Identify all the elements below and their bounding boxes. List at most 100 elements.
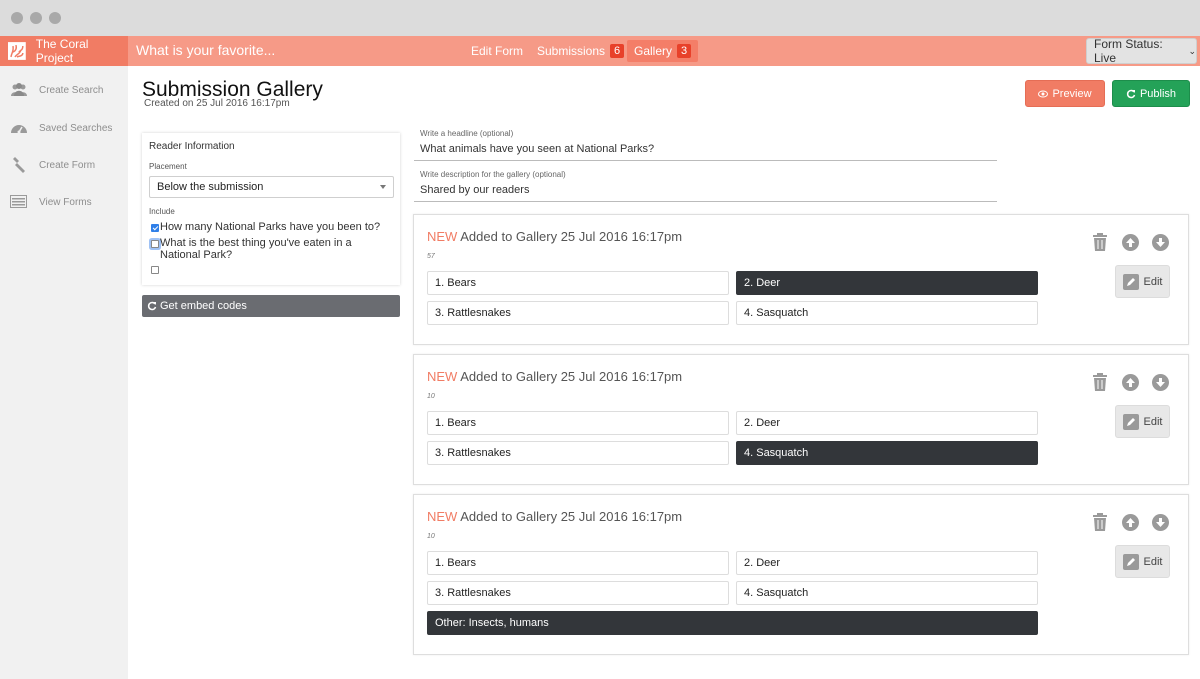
pencil-icon [1122, 553, 1139, 570]
submission-header: NEW Added to Gallery 25 Jul 2016 16:17pm [427, 369, 682, 384]
sidebar-item-label: Create Search [39, 84, 104, 96]
sidebar-item-create-search[interactable]: Create Search [0, 78, 128, 102]
sidebar: Create Search Saved Searches Create Form… [0, 66, 128, 679]
edit-button[interactable]: Edit [1115, 265, 1170, 298]
sidebar-item-view-forms[interactable]: View Forms [0, 190, 128, 214]
include-option-1-label: How many National Parks have you been to… [160, 221, 381, 233]
brand[interactable]: The Coral Project [0, 36, 128, 66]
users-icon [11, 83, 27, 96]
description-input[interactable]: Shared by our readers [420, 184, 529, 196]
tab-gallery-label: Gallery [634, 44, 673, 58]
dashboard-icon [11, 125, 27, 134]
window-titlebar [0, 0, 1200, 36]
arrow-down-icon[interactable] [1152, 374, 1169, 391]
include-checkbox-1[interactable] [151, 224, 159, 232]
preview-label: Preview [1052, 87, 1092, 100]
top-nav-bar: The Coral Project What is your favorite.… [0, 36, 1200, 66]
gallery-count-badge: 3 [677, 44, 692, 58]
get-embed-codes-button[interactable]: Get embed codes [142, 295, 400, 317]
answer-option: 1. Bears [427, 271, 729, 295]
edit-button[interactable]: Edit [1115, 545, 1170, 578]
reader-info-heading: Reader Information [149, 141, 235, 152]
sidebar-item-label: Create Form [39, 159, 96, 171]
include-checkbox-3[interactable] [151, 266, 159, 274]
trash-icon[interactable] [1092, 233, 1108, 251]
answer-other-selected: Other: Insects, humans [427, 611, 1038, 635]
placement-value: Below the submission [157, 181, 264, 193]
page-created-date: Created on 25 Jul 2016 16:17pm [144, 98, 290, 109]
window-close-button[interactable] [11, 12, 23, 24]
submission-header: NEW Added to Gallery 25 Jul 2016 16:17pm [427, 229, 682, 244]
refresh-icon [147, 301, 157, 311]
submission-header: NEW Added to Gallery 25 Jul 2016 16:17pm [427, 509, 682, 524]
placement-label: Placement [149, 162, 187, 171]
edit-label: Edit [1143, 555, 1163, 568]
tab-gallery[interactable]: Gallery 3 [627, 40, 699, 62]
publish-label: Publish [1139, 87, 1177, 100]
pencil-icon [1122, 413, 1139, 430]
window-maximize-button[interactable] [49, 12, 61, 24]
submissions-count-badge: 6 [610, 44, 625, 58]
preview-button[interactable]: Preview [1025, 80, 1105, 107]
sidebar-item-saved-searches[interactable]: Saved Searches [0, 116, 128, 140]
answer-option-selected: 2. Deer [736, 271, 1038, 295]
tab-submissions[interactable]: Submissions 6 [530, 40, 631, 62]
publish-button[interactable]: Publish [1112, 80, 1190, 107]
window-minimize-button[interactable] [30, 12, 42, 24]
answer-option-selected: 4. Sasquatch [736, 441, 1038, 465]
tab-submissions-label: Submissions [537, 44, 606, 58]
list-icon [10, 195, 27, 208]
submission-added-date: Added to Gallery 25 Jul 2016 16:17pm [460, 509, 683, 524]
include-checkbox-2[interactable] [151, 240, 159, 248]
trash-icon[interactable] [1092, 373, 1108, 391]
headline-underline [414, 160, 997, 161]
arrow-up-icon[interactable] [1122, 234, 1139, 251]
arrow-down-icon[interactable] [1152, 234, 1169, 251]
edit-label: Edit [1143, 415, 1163, 428]
sidebar-item-label: Saved Searches [39, 122, 113, 134]
answer-option: 2. Deer [736, 551, 1038, 575]
reader-information-panel: Reader Information Placement Below the s… [142, 133, 400, 285]
sidebar-item-label: View Forms [39, 196, 92, 208]
edit-button[interactable]: Edit [1115, 405, 1170, 438]
edit-label: Edit [1143, 275, 1163, 288]
new-badge: NEW [427, 509, 458, 524]
submission-added-date: Added to Gallery 25 Jul 2016 16:17pm [460, 369, 683, 384]
tab-edit-form-label: Edit Form [471, 44, 524, 58]
include-label: Include [149, 207, 175, 216]
headline-input[interactable]: What animals have you seen at National P… [420, 143, 654, 155]
sidebar-item-create-form[interactable]: Create Form [0, 153, 128, 177]
eye-icon [1038, 90, 1049, 97]
include-option-2-label: What is the best thing you've eaten in a… [160, 237, 352, 261]
form-status-label: Form Status: Live [1094, 37, 1163, 65]
embed-label: Get embed codes [160, 300, 247, 312]
form-status-dropdown[interactable]: Form Status: Live ⌄ [1086, 37, 1197, 65]
answer-option: 1. Bears [427, 411, 729, 435]
chevron-down-icon: ⌄ [1188, 45, 1196, 56]
trash-icon[interactable] [1092, 513, 1108, 531]
arrow-up-icon[interactable] [1122, 374, 1139, 391]
submission-count: 57 [427, 253, 435, 260]
answer-option: 3. Rattlesnakes [427, 581, 729, 605]
pencil-icon [1122, 273, 1139, 290]
coral-logo-icon [8, 42, 26, 60]
description-underline [414, 201, 997, 202]
submission-card: NEW Added to Gallery 25 Jul 2016 16:17pm… [413, 214, 1189, 345]
description-label: Write description for the gallery (optio… [420, 170, 566, 179]
headline-label: Write a headline (optional) [420, 129, 514, 138]
new-badge: NEW [427, 229, 458, 244]
new-badge: NEW [427, 369, 458, 384]
submission-count: 10 [427, 393, 435, 400]
answer-option: 4. Sasquatch [736, 301, 1038, 325]
refresh-icon [1126, 89, 1136, 98]
brand-name: The Coral Project [35, 37, 89, 65]
submission-count: 10 [427, 533, 435, 540]
arrow-up-icon[interactable] [1122, 514, 1139, 531]
arrow-down-icon[interactable] [1152, 514, 1169, 531]
placement-select[interactable]: Below the submission [149, 176, 394, 198]
answer-option: 3. Rattlesnakes [427, 441, 729, 465]
form-title: What is your favorite... [136, 42, 276, 58]
tab-edit-form[interactable]: Edit Form [464, 40, 530, 62]
submission-added-date: Added to Gallery 25 Jul 2016 16:17pm [460, 229, 683, 244]
answer-option: 4. Sasquatch [736, 581, 1038, 605]
